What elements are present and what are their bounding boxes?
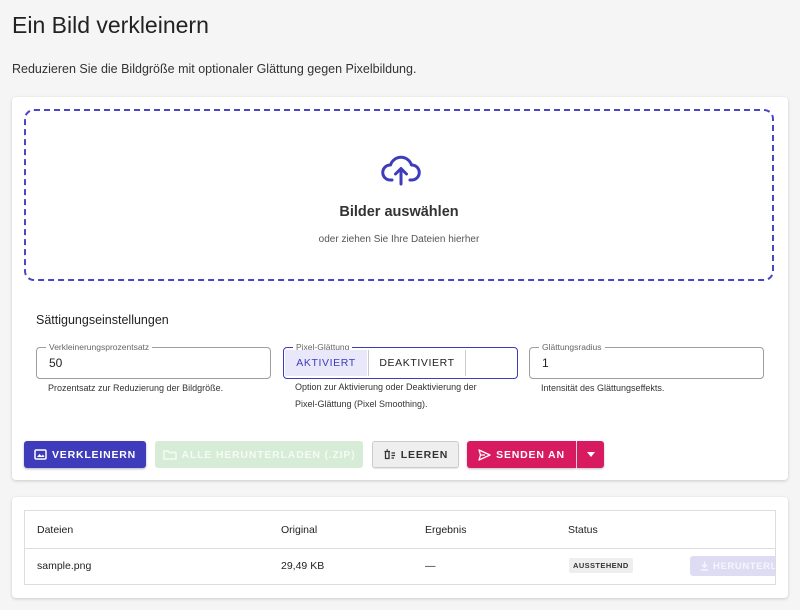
radius-helper: Intensität des Glättungseffekts. [541,383,665,393]
settings-card: Bilder auswählen oder ziehen Sie Ihre Da… [12,97,788,480]
shrink-label: VERKLEINERN [51,448,137,461]
status-badge: AUSSTEHEND [569,558,633,573]
send-to-label: SENDEN AN [496,448,565,461]
download-all-button[interactable]: ALLE HERUNTERLADEN (.ZIP) [155,441,363,468]
caret-down-icon [586,452,595,457]
download-label: HERUNTERLADEN [713,560,776,572]
send-icon [478,448,491,461]
column-header: Dateien [37,524,74,536]
smoothing-helper: Option zur Aktivierung oder Deaktivierun… [295,379,477,413]
column-header: Original [281,524,318,536]
smoothing-helper-line1: Option zur Aktivierung oder Deaktivierun… [295,382,477,392]
percent-value: 50 [49,356,63,370]
dropzone-title: Bilder auswählen [339,204,459,220]
file-dropzone[interactable]: Bilder auswählen oder ziehen Sie Ihre Da… [24,109,774,281]
dropzone-hint: oder ziehen Sie Ihre Dateien hierher [318,234,480,245]
column-header: Status [568,524,598,536]
radius-value: 1 [542,356,549,370]
file-name: sample.png [37,560,92,572]
smoothing-on-button[interactable]: AKTIVIERT [285,350,367,376]
send-to-menu-button[interactable] [577,441,604,468]
clear-label: LEEREN [400,448,449,461]
files-table: Dateien Original Ergebnis Status sample.… [24,510,776,585]
files-card: Dateien Original Ergebnis Status sample.… [12,497,788,598]
cloud-upload-icon [381,153,421,187]
download-icon [700,561,709,571]
send-to-button[interactable]: SENDEN AN [467,441,576,468]
page-subtitle: Reduzieren Sie die Bildgröße mit optiona… [12,62,417,76]
settings-title: Sättigungseinstellungen [36,313,169,327]
folder-download-icon [162,449,177,460]
percent-label: Verkleinerungsprozentsatz [46,342,153,352]
shrink-button[interactable]: VERKLEINERN [24,441,146,468]
image-icon [34,449,47,460]
download-all-label: ALLE HERUNTERLADEN (.ZIP) [181,448,356,461]
percent-field[interactable]: Verkleinerungsprozentsatz 50 [36,342,271,379]
smoothing-toggle: Pixel-Glättung AKTIVIERT DEAKTIVIERT [283,342,518,379]
radius-label: Glättungsradius [539,342,605,352]
smoothing-helper-line2: Pixel-Glättung (Pixel Smoothing). [295,399,428,409]
column-header: Ergebnis [425,524,467,536]
trash-list-icon [383,449,396,460]
row-divider [25,548,775,549]
page-title: Ein Bild verkleinern [12,12,209,38]
result-size: — [425,560,436,572]
original-size: 29,49 KB [281,560,325,572]
radius-field[interactable]: Glättungsradius 1 [529,342,764,379]
percent-helper: Prozentsatz zur Reduzierung der Bildgröß… [48,383,224,393]
download-button[interactable]: HERUNTERLADEN [690,556,776,576]
smoothing-off-button[interactable]: DEAKTIVIERT [368,350,466,376]
clear-button[interactable]: LEEREN [372,441,459,468]
